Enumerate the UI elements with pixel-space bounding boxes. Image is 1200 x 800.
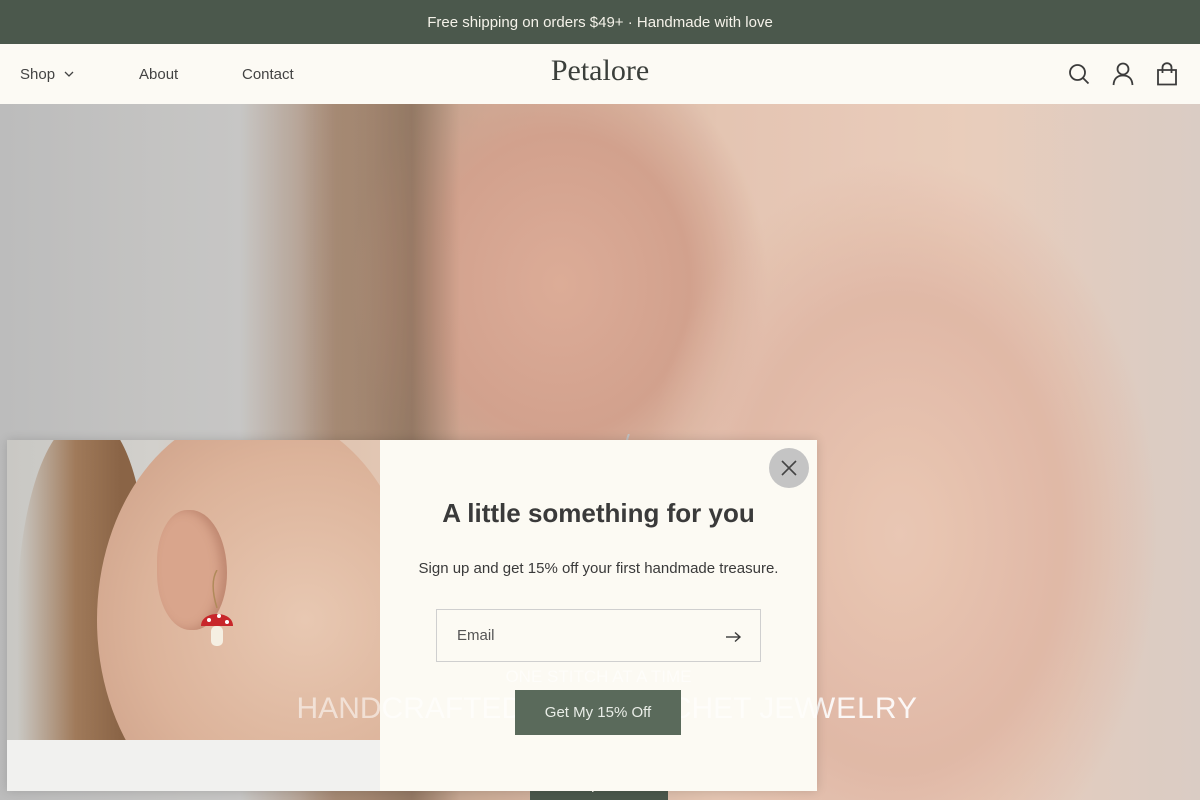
email-field[interactable] xyxy=(437,610,707,661)
modal-heading: A little something for you xyxy=(442,498,755,528)
close-modal-button[interactable] xyxy=(769,448,809,488)
email-field-wrapper xyxy=(436,609,761,662)
modal-image-face xyxy=(97,440,380,791)
ghost-hero-eyebrow: ONE STITCH AT A TIME xyxy=(505,667,692,686)
modal-content: ONE STITCH AT A TIME HANDCRAFTED MINI CR… xyxy=(297,440,817,791)
modal-image-shirt xyxy=(7,740,380,791)
mushroom-earring-image xyxy=(201,570,233,646)
modal-subtext: Sign up and get 15% off your first handm… xyxy=(418,560,779,577)
newsletter-modal: ONE STITCH AT A TIME HANDCRAFTED MINI CR… xyxy=(7,440,817,791)
get-discount-button[interactable]: Get My 15% Off xyxy=(515,690,681,735)
modal-product-image xyxy=(7,440,380,791)
submit-arrow-icon[interactable] xyxy=(724,628,742,646)
close-icon xyxy=(781,460,797,476)
